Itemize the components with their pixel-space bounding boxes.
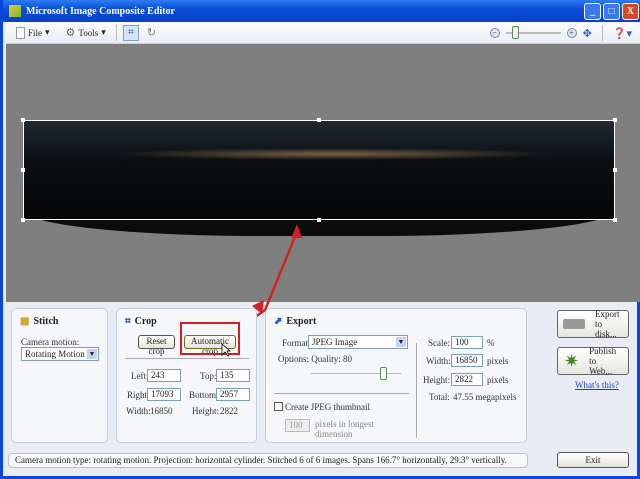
reset-crop-button[interactable]: Reset crop — [138, 335, 175, 356]
export-to-disk-label: Export to disk... — [595, 309, 620, 339]
publish-to-web-label: Publish to Web... — [589, 346, 617, 376]
publish-to-web-button[interactable]: ✷ Publish to Web... — [557, 346, 629, 376]
stitch-icon: ▦ — [20, 316, 30, 327]
export-to-disk-button[interactable]: Export to disk... — [557, 309, 629, 339]
quality-slider[interactable] — [311, 373, 401, 374]
export-height-input[interactable]: 2822 — [451, 373, 483, 386]
bottom-input[interactable]: 2957 — [216, 388, 250, 401]
divider — [274, 393, 409, 394]
divider — [416, 343, 417, 438]
format-value: JPEG Image — [312, 337, 358, 347]
width-label: Width: — [126, 406, 151, 416]
top-input[interactable]: 135 — [216, 369, 250, 382]
export-panel: ⬈ Export Format: JPEG Image ▼ Options: Qua… — [265, 308, 527, 443]
quality-label: Options: Quality: 80 — [278, 354, 352, 364]
export-icon: ⬈ — [274, 316, 283, 327]
quality-slider-thumb[interactable] — [380, 367, 387, 380]
thumbnail-label: Create JPEG thumbnail — [285, 402, 370, 412]
left-input[interactable]: 243 — [147, 369, 181, 382]
scale-label: Scale: — [428, 338, 450, 348]
divider — [125, 358, 249, 359]
export-width-input[interactable]: 16850 — [451, 354, 483, 367]
stitch-title: Stitch — [33, 316, 59, 327]
chevron-down-icon: ▼ — [396, 337, 406, 347]
right-input[interactable]: 17093 — [147, 388, 181, 401]
exit-button[interactable]: Exit — [557, 452, 629, 468]
disk-icon — [563, 319, 585, 329]
export-width-label: Width: — [426, 356, 451, 366]
annotation-arrow-head — [291, 224, 302, 238]
crop-title: Crop — [134, 316, 157, 327]
export-title: Export — [286, 316, 317, 327]
export-height-label: Height: — [423, 375, 450, 385]
height-label: Height: — [192, 406, 219, 416]
thumbnail-unit: pixels in longest dimension — [315, 419, 374, 439]
camera-motion-label: Camera motion: — [21, 337, 80, 347]
bottom-label: Bottom: — [189, 390, 219, 400]
format-select[interactable]: JPEG Image ▼ — [308, 335, 408, 349]
scale-unit: % — [487, 338, 495, 348]
crop-icon: ⌗ — [125, 316, 131, 327]
chevron-down-icon: ▼ — [87, 349, 97, 359]
height-value: 2822 — [220, 406, 238, 416]
total-value: 47.55 megapixels — [453, 392, 517, 402]
left-label: Left: — [131, 371, 149, 381]
status-bar: Camera motion type: rotating motion. Pro… — [8, 453, 528, 468]
crop-panel: ⌗ Crop Reset crop Automatic crop Left: 24… — [116, 308, 257, 443]
camera-motion-value: Rotating Motion — [25, 349, 85, 359]
stitch-panel: ▦ Stitch Camera motion: Rotating Motion ▼ — [11, 308, 108, 443]
top-label: Top: — [200, 371, 217, 381]
thumbnail-checkbox[interactable] — [274, 402, 283, 411]
mouse-cursor-icon — [221, 343, 231, 357]
thumbnail-size-input[interactable]: 100 — [285, 419, 310, 432]
camera-motion-select[interactable]: Rotating Motion ▼ — [21, 347, 99, 361]
width-unit: pixels — [487, 356, 509, 366]
height-unit: pixels — [487, 375, 509, 385]
scale-input[interactable]: 100 — [451, 336, 483, 349]
width-value: 16850 — [150, 406, 173, 416]
format-label: Format: — [282, 338, 311, 348]
whats-this-link[interactable]: What's this? — [575, 380, 619, 390]
photosynth-icon: ✷ — [564, 350, 580, 371]
annotation-highlight — [180, 322, 240, 355]
total-label: Total: — [429, 392, 450, 402]
